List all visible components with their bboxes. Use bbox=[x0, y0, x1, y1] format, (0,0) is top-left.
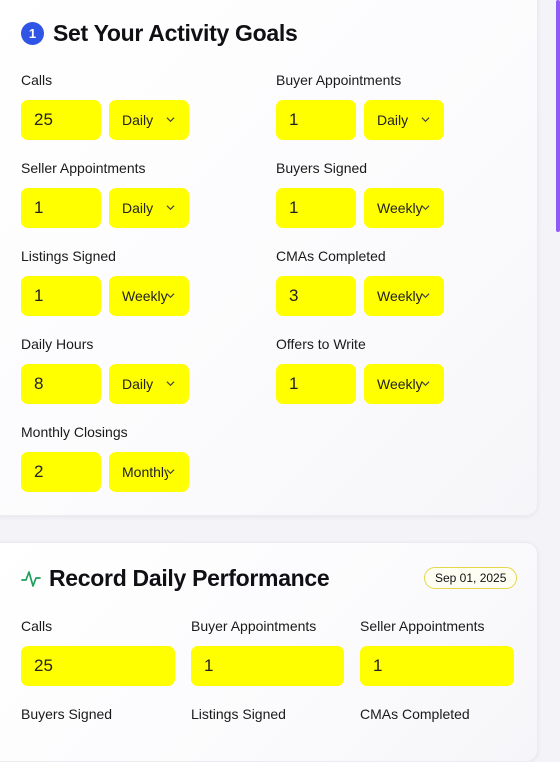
listings-signed-goal-input[interactable]: 1 bbox=[21, 276, 101, 316]
select-value: Daily bbox=[122, 200, 154, 216]
goal-field-calls: Calls bbox=[21, 72, 52, 90]
select-value: Monthly bbox=[122, 464, 168, 480]
field-label: Calls bbox=[21, 618, 53, 634]
activity-pulse-icon bbox=[21, 570, 41, 587]
goal-field-daily-hours: Daily Hours bbox=[21, 336, 93, 354]
perf-field-buyers-signed: Buyers Signed bbox=[21, 706, 112, 724]
date-badge[interactable]: Sep 01, 2025 bbox=[424, 567, 518, 589]
field-label: Listings Signed bbox=[21, 248, 116, 264]
chevron-down-icon bbox=[421, 381, 430, 387]
seller-appointments-period-select[interactable]: Daily bbox=[109, 188, 189, 228]
chevron-down-icon bbox=[166, 117, 175, 123]
field-label: Buyer Appointments bbox=[191, 618, 317, 634]
perf-field-buyer-appointments: Buyer Appointments bbox=[191, 618, 316, 636]
field-label: CMAs Completed bbox=[360, 706, 470, 722]
cmas-completed-goal-input[interactable]: 3 bbox=[276, 276, 356, 316]
buyer-appointments-goal-input[interactable]: 1 bbox=[276, 100, 356, 140]
goal-field-listings-signed: Listings Signed bbox=[21, 248, 116, 266]
field-label: Seller Appointments bbox=[21, 160, 146, 176]
seller-appointments-goal-input[interactable]: 1 bbox=[21, 188, 101, 228]
select-value: Daily bbox=[122, 112, 154, 128]
step-number-badge: 1 bbox=[21, 22, 44, 45]
select-value: Weekly bbox=[377, 288, 423, 304]
perf-field-calls: Calls bbox=[21, 618, 52, 636]
calls-goal-input[interactable]: 25 bbox=[21, 100, 101, 140]
field-label: Listings Signed bbox=[191, 706, 286, 722]
chevron-down-icon bbox=[421, 117, 430, 123]
goal-field-seller-appointments: Seller Appointments bbox=[21, 160, 146, 178]
field-label: Buyers Signed bbox=[276, 160, 368, 176]
select-value: Weekly bbox=[122, 288, 168, 304]
chevron-down-icon bbox=[166, 469, 175, 475]
offers-to-write-period-select[interactable]: Weekly bbox=[364, 364, 444, 404]
buyer-appointments-period-select[interactable]: Daily bbox=[364, 100, 444, 140]
chevron-down-icon bbox=[166, 205, 175, 211]
daily-performance-header: Record Daily Performance bbox=[21, 565, 330, 592]
select-value: Weekly bbox=[377, 200, 423, 216]
perf-field-listings-signed: Listings Signed bbox=[191, 706, 286, 724]
goal-field-cmas-completed: CMAs Completed bbox=[276, 248, 386, 266]
field-label: Buyers Signed bbox=[21, 706, 113, 722]
goal-field-offers-to-write: Offers to Write bbox=[276, 336, 366, 354]
chevron-down-icon bbox=[166, 381, 175, 387]
field-label: CMAs Completed bbox=[276, 248, 386, 264]
activity-goals-header: 1 Set Your Activity Goals bbox=[21, 20, 298, 47]
calls-performance-input[interactable]: 25 bbox=[21, 646, 175, 686]
buyers-signed-goal-input[interactable]: 1 bbox=[276, 188, 356, 228]
select-value: Daily bbox=[377, 112, 409, 128]
daily-hours-goal-input[interactable]: 8 bbox=[21, 364, 101, 404]
listings-signed-period-select[interactable]: Weekly bbox=[109, 276, 189, 316]
goal-field-buyer-appointments: Buyer Appointments bbox=[276, 72, 401, 90]
activity-goals-title: Set Your Activity Goals bbox=[53, 20, 298, 46]
monthly-closings-period-select[interactable]: Monthly bbox=[109, 452, 189, 492]
scrollbar-thumb[interactable] bbox=[556, 0, 560, 232]
seller-appointments-performance-input[interactable]: 1 bbox=[360, 646, 514, 686]
goal-field-monthly-closings: Monthly Closings bbox=[21, 424, 128, 442]
page-scrollbar[interactable] bbox=[554, 0, 560, 719]
buyer-appointments-performance-input[interactable]: 1 bbox=[191, 646, 344, 686]
buyers-signed-period-select[interactable]: Weekly bbox=[364, 188, 444, 228]
field-label: Daily Hours bbox=[21, 336, 94, 352]
field-label: Calls bbox=[21, 72, 53, 88]
cmas-completed-period-select[interactable]: Weekly bbox=[364, 276, 444, 316]
field-label: Seller Appointments bbox=[360, 618, 485, 634]
daily-performance-title: Record Daily Performance bbox=[49, 565, 330, 591]
select-value: Weekly bbox=[377, 376, 423, 392]
select-value: Daily bbox=[122, 376, 154, 392]
chevron-down-icon bbox=[421, 205, 430, 211]
goal-field-buyers-signed: Buyers Signed bbox=[276, 160, 367, 178]
offers-to-write-goal-input[interactable]: 1 bbox=[276, 364, 356, 404]
monthly-closings-goal-input[interactable]: 2 bbox=[21, 452, 101, 492]
chevron-down-icon bbox=[421, 293, 430, 299]
perf-field-seller-appointments: Seller Appointments bbox=[360, 618, 485, 636]
perf-field-cmas-completed: CMAs Completed bbox=[360, 706, 470, 724]
daily-hours-period-select[interactable]: Daily bbox=[109, 364, 189, 404]
calls-period-select[interactable]: Daily bbox=[109, 100, 189, 140]
field-label: Monthly Closings bbox=[21, 424, 128, 440]
chevron-down-icon bbox=[166, 293, 175, 299]
field-label: Buyer Appointments bbox=[276, 72, 402, 88]
field-label: Offers to Write bbox=[276, 336, 366, 352]
